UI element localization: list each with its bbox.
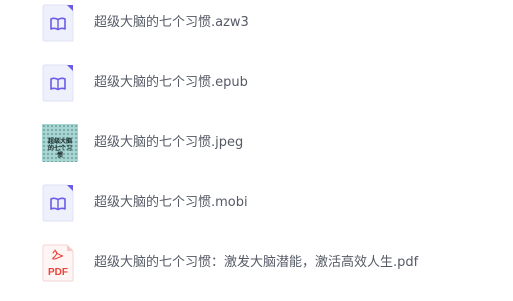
file-name: 超级大脑的七个习惯.azw3 (94, 15, 249, 30)
file-item-pdf[interactable]: PDF 超级大脑的七个习惯：激发大脑潜能，激活高效人生.pdf (0, 233, 513, 293)
file-item-jpeg[interactable]: 超级大脑的七个习惯 超级大脑的七个习惯.jpeg (0, 113, 513, 173)
file-name: 超级大脑的七个习惯.mobi (94, 195, 248, 210)
pdf-icon-label: PDF (48, 267, 68, 278)
thumbnail-cover-text: 超级大脑的七个习惯 (48, 138, 73, 159)
book-file-icon (42, 184, 74, 222)
book-file-icon (42, 64, 74, 102)
file-item-mobi[interactable]: 超级大脑的七个习惯.mobi (0, 173, 513, 233)
file-item-epub[interactable]: 超级大脑的七个习惯.epub (0, 53, 513, 113)
book-file-icon (42, 4, 74, 42)
file-name: 超级大脑的七个习惯.epub (94, 75, 248, 90)
pdf-file-icon: PDF (42, 244, 74, 282)
file-name: 超级大脑的七个习惯：激发大脑潜能，激活高效人生.pdf (94, 255, 419, 270)
thumbnail-image: 超级大脑的七个习惯 (42, 124, 78, 162)
file-name: 超级大脑的七个习惯.jpeg (94, 135, 244, 150)
image-thumbnail: 超级大脑的七个习惯 (42, 124, 78, 162)
file-item-azw3[interactable]: 超级大脑的七个习惯.azw3 (0, 0, 513, 53)
file-list: 超级大脑的七个习惯.azw3 超级大脑的七个习惯.epub 超级大脑的七个习惯 … (0, 0, 513, 301)
